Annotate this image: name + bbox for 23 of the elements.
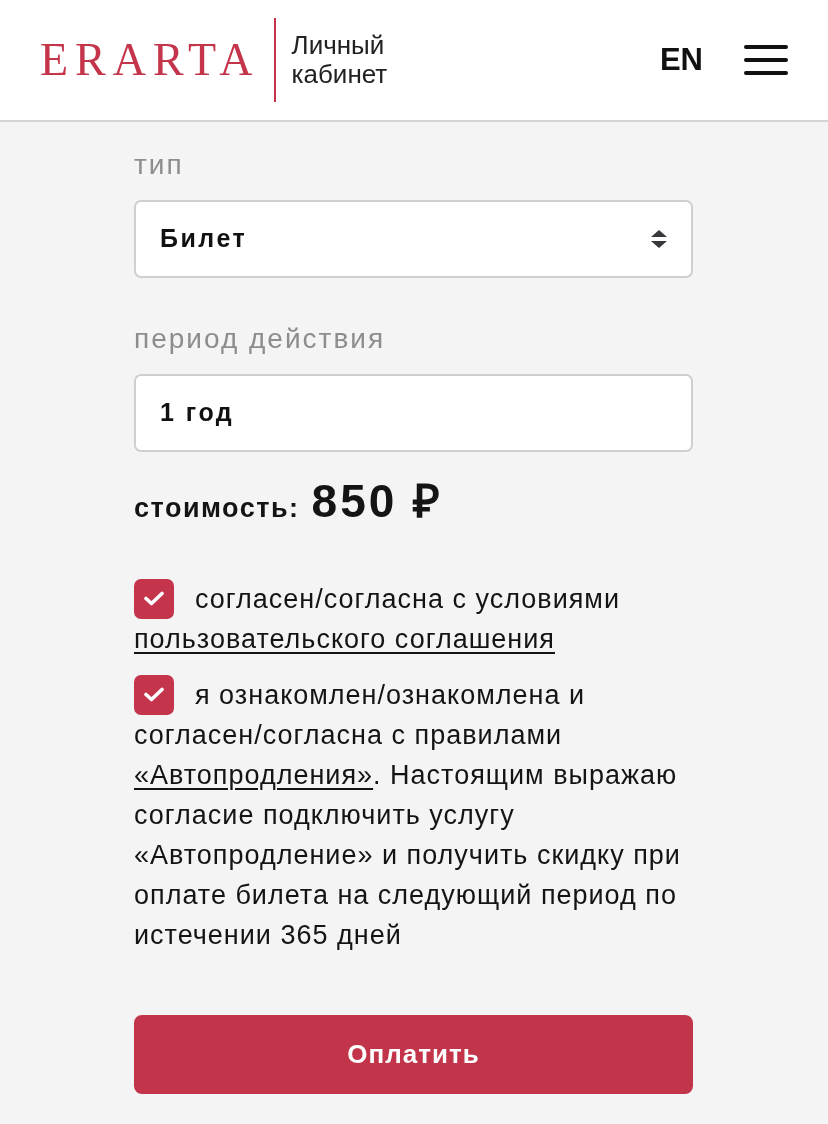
select-value: Билет — [160, 223, 248, 255]
agreement-link[interactable]: пользовательского соглашения — [134, 623, 555, 654]
checkbox[interactable] — [134, 578, 174, 619]
checkmark-icon — [144, 687, 164, 702]
checkbox-label: я ознакомлен/ознакомлена и — [195, 678, 585, 712]
price-label: стоимость: — [134, 492, 300, 525]
field-label: тип — [134, 149, 185, 181]
checkmark-icon — [144, 591, 164, 606]
agreement-text: согласен/согласна с правилами «Автопродления». Настоящим выражаю согласие подключить услугу «Автопродление» и получить скидку при оплате билета на следующий период по истечении 365 дней — [134, 718, 682, 952]
checkbox-label: согласен/согласна с условиями — [195, 582, 620, 616]
cabinet-title: Личный кабинет — [291, 31, 389, 89]
field-label: период действия — [134, 323, 387, 355]
menu-button[interactable] — [744, 45, 788, 75]
sort-arrows-icon — [651, 230, 667, 248]
language-link[interactable]: EN — [659, 42, 703, 78]
agreement-link[interactable]: «Автопродления» — [134, 759, 374, 790]
erarta-logo[interactable]: ERARTA — [40, 35, 260, 85]
type-select[interactable]: Билет — [134, 200, 693, 278]
menu-icon — [744, 45, 788, 75]
checkbox[interactable] — [134, 674, 174, 715]
period-field[interactable]: 1 год — [134, 374, 693, 452]
pay-button[interactable]: Оплатить — [134, 1014, 693, 1094]
price-value: 850 ₽ — [311, 476, 444, 526]
